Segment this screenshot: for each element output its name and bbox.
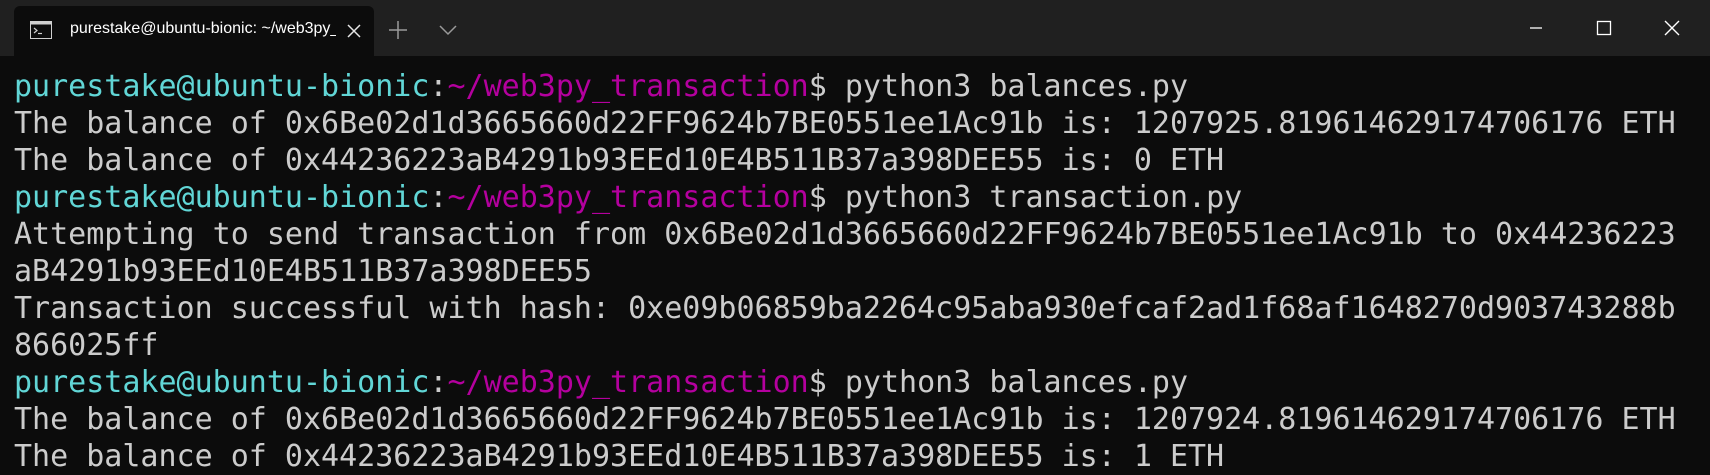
output-line: The balance of 0x6Be02d1d3665660d22FF962… xyxy=(14,402,1676,437)
output-line: aB4291b93EEd10E4B511B37a398DEE55 xyxy=(14,254,592,289)
command-text: python3 transaction.py xyxy=(826,180,1243,215)
chevron-down-icon[interactable] xyxy=(432,14,464,46)
terminal-icon xyxy=(30,21,52,39)
output-line: The balance of 0x6Be02d1d3665660d22FF962… xyxy=(14,106,1676,141)
tab-close-icon[interactable] xyxy=(342,19,366,43)
prompt-path: ~/web3py_transaction xyxy=(447,69,809,104)
prompt-symbol: $ xyxy=(808,69,827,104)
prompt-colon: : xyxy=(429,365,448,400)
terminal-tab[interactable]: purestake@ubuntu-bionic: ~/web3py_transa… xyxy=(14,6,374,56)
prompt-line: purestake@ubuntu-bionic:~/web3py_transac… xyxy=(14,68,1710,105)
terminal-output[interactable]: purestake@ubuntu-bionic:~/web3py_transac… xyxy=(14,68,1710,475)
terminal-window: purestake@ubuntu-bionic: ~/web3py_transa… xyxy=(0,0,1710,475)
prompt-user-host: purestake@ubuntu-bionic xyxy=(14,69,430,104)
prompt-path: ~/web3py_transaction xyxy=(447,365,809,400)
prompt-path: ~/web3py_transaction xyxy=(447,180,809,215)
title-bar[interactable]: purestake@ubuntu-bionic: ~/web3py_transa… xyxy=(0,0,1710,56)
command-text: python3 balances.py xyxy=(826,365,1189,400)
output-line: The balance of 0x44236223aB4291b93EEd10E… xyxy=(14,143,1225,178)
prompt-user-host: purestake@ubuntu-bionic xyxy=(14,365,430,400)
prompt-user-host: purestake@ubuntu-bionic xyxy=(14,180,430,215)
output-line: The balance of 0x44236223aB4291b93EEd10E… xyxy=(14,439,1225,474)
maximize-icon[interactable] xyxy=(1570,0,1638,56)
prompt-symbol: $ xyxy=(808,365,827,400)
tab-title: purestake@ubuntu-bionic: ~/web3py_transa… xyxy=(70,20,336,37)
prompt-colon: : xyxy=(429,69,448,104)
prompt-line: purestake@ubuntu-bionic:~/web3py_transac… xyxy=(14,364,1710,401)
close-icon[interactable] xyxy=(1638,0,1706,56)
output-line: Transaction successful with hash: 0xe09b… xyxy=(14,291,1676,326)
command-text: python3 balances.py xyxy=(826,69,1189,104)
prompt-symbol: $ xyxy=(808,180,827,215)
prompt-line: purestake@ubuntu-bionic:~/web3py_transac… xyxy=(14,179,1710,216)
output-line: Attempting to send transaction from 0x6B… xyxy=(14,217,1676,252)
prompt-colon: : xyxy=(429,180,448,215)
plus-icon[interactable] xyxy=(382,14,414,46)
output-line: 866025ff xyxy=(14,328,159,363)
minimize-icon[interactable] xyxy=(1502,0,1570,56)
